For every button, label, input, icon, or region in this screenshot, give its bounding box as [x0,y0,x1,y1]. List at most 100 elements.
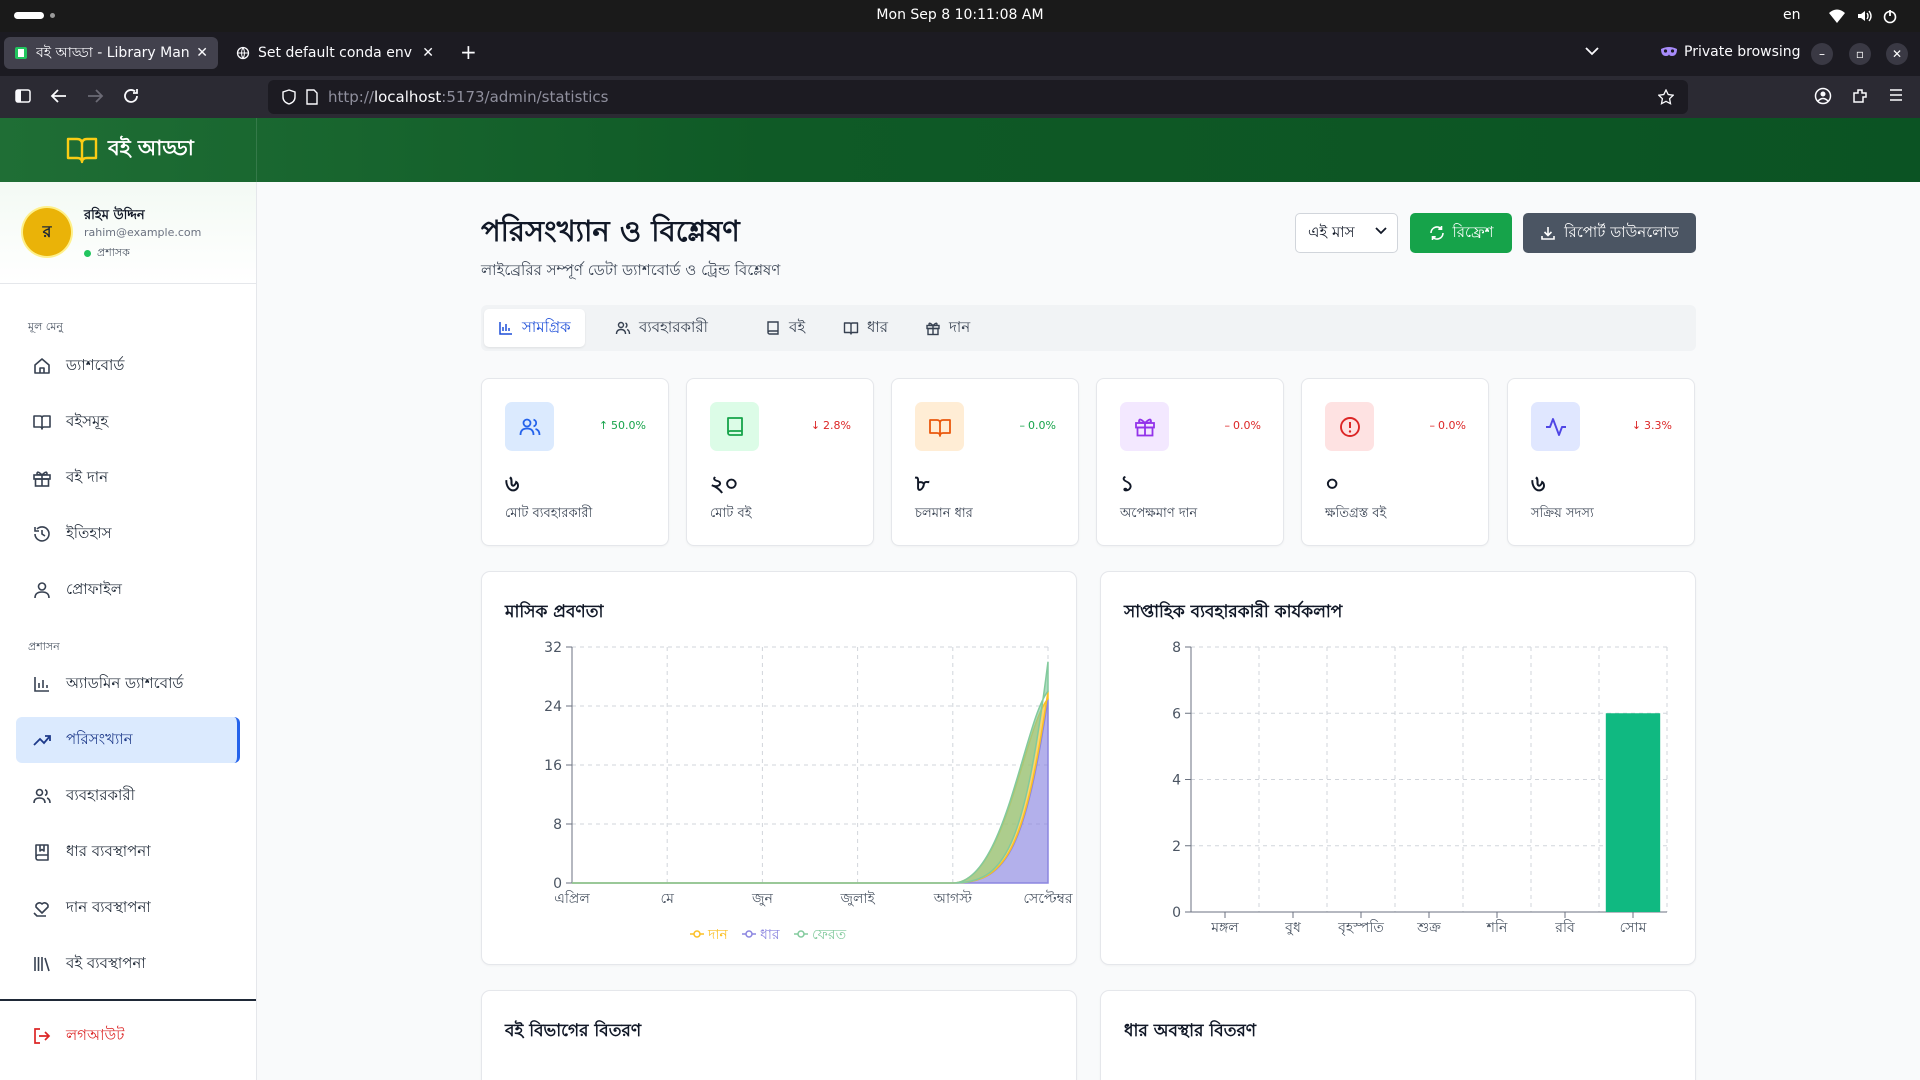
logout-button[interactable]: লগআউট [16,1016,240,1056]
sidebar-item-donate[interactable]: বই দান [16,455,240,501]
x-tick-label: এপ্রিল [554,890,590,907]
minimize-button[interactable]: – [1811,43,1833,65]
browser-tab-library[interactable]: বই আড্ডা - Library Manager ✕ [4,37,218,69]
brand-name: বই আড্ডা [108,136,194,160]
close-window-button[interactable]: ✕ [1886,43,1908,65]
trend-flat-icon: – [1429,419,1436,432]
period-select[interactable]: এই মাস [1295,213,1398,253]
loan-status-panel: ধার অবস্থার বিতরণ [1100,990,1696,1080]
sidebar-item-profile[interactable]: প্রোফাইল [16,567,240,613]
stats-tabs: সামগ্রিক ব্যবহারকারী বই ধার দান [481,305,1696,351]
stat-card-damaged-books: –0.0% ০ ক্ষতিগ্রস্ত বই [1301,378,1489,546]
private-browsing-label: Private browsing [1684,44,1801,60]
shield-icon[interactable] [282,89,296,105]
browser-tab-conda[interactable]: Set default conda env ✕ [226,37,444,69]
weekly-activity-chart: 0 2 4 6 8 মঙ্গল বুধ বৃহস্পতি শুক্র শনি রবি সোম [1172,640,1668,936]
close-tab-icon[interactable]: ✕ [422,45,434,61]
stat-trend: ↓ 3.3% [1631,419,1672,432]
stat-card-total-users: ↑ 50.0% ৬ মোট ব্যবহারকারী [481,378,669,546]
legend-label: ধার [760,927,780,943]
user-role: প্রশাসক [84,244,130,263]
volume-icon [1858,10,1872,22]
sidebar-item-history[interactable]: ইতিহাস [16,511,240,557]
input-language[interactable]: en [1783,7,1801,23]
sidebar-item-label: দান ব্যবস্থাপনা [66,897,151,916]
reload-icon[interactable] [122,87,140,105]
page-subtitle: লাইব্রেরির সম্পূর্ণ ডেটা ড্যাশবোর্ড ও ট্… [481,261,781,279]
forward-arrow-icon[interactable] [86,87,104,105]
stat-value: ৮ [915,472,930,497]
stat-icon-box [1531,402,1580,451]
stat-value: ১ [1120,472,1135,497]
close-tab-icon[interactable]: ✕ [196,45,208,61]
restore-button[interactable]: ▫ [1849,43,1871,65]
page-icon[interactable] [306,89,318,105]
tab-label: সামগ্রিক [522,317,571,336]
url-bar[interactable]: http://localhost:5173/admin/statistics [268,80,1688,114]
url-text[interactable]: http://localhost:5173/admin/statistics [328,88,609,106]
sidebar-item-book-management[interactable]: বই ব্যবস্থাপনা [16,941,240,987]
system-clock[interactable]: Mon Sep 8 10:11:08 AM [0,7,1920,23]
stat-trend: –0.0% [1429,419,1466,432]
sidebar-item-books[interactable]: বইসমূহ [16,399,240,445]
y-tick-label: 8 [1172,640,1181,656]
book-logo-icon [66,137,98,163]
browser-nav-bar: http://localhost:5173/admin/statistics [0,76,1920,118]
account-icon[interactable] [1814,87,1832,105]
sidebar-item-admin-dashboard[interactable]: অ্যাডমিন ড্যাশবোর্ড [16,661,240,707]
sidebar-divider [0,999,256,1001]
history-icon [34,526,50,542]
sidebar-item-dashboard[interactable]: ড্যাশবোর্ড [16,343,240,389]
stat-trend: –0.0% [1224,419,1261,432]
chevron-down-icon [1375,227,1387,235]
sidebar-item-donations[interactable]: দান ব্যবস্থাপনা [16,885,240,931]
brand-logo[interactable]: বই আড্ডা [66,132,194,167]
sidebar-item-loans[interactable]: ধার ব্যবস্থাপনা [16,829,240,875]
sidebar-item-label: ধার ব্যবস্থাপনা [66,841,151,860]
x-tick-label: বুধ [1284,920,1302,936]
user-profile-card: র রহিম উদ্দিন rahim@example.com প্রশাসক [0,182,256,284]
hamburger-menu-icon[interactable] [1888,87,1904,103]
stat-value: ২০ [710,472,739,497]
legend-marker [693,930,701,938]
stat-label: অপেক্ষমাণ দান [1120,506,1198,521]
bookmark-star-icon[interactable] [1658,89,1674,105]
new-tab-button[interactable]: + [460,42,477,62]
x-tick-label: সোম [1620,920,1647,936]
favicon-globe-icon [236,46,250,60]
y-tick-label: 16 [544,758,562,774]
section-label-admin: প্রশাসন [28,640,60,653]
y-tick-label: 0 [1172,905,1181,921]
x-tick-label: শুক্র [1416,920,1441,936]
download-report-button[interactable]: রিপোর্ট ডাউনলোড [1523,213,1696,253]
sidebar-toggle-icon[interactable] [15,89,31,103]
legend-marker [797,930,805,938]
extensions-icon[interactable] [1851,87,1869,105]
tab-users[interactable]: ব্যবহারকারী [601,309,722,347]
browser-tab-bar: বই আড্ডা - Library Manager ✕ Set default… [0,32,1920,76]
tab-donations[interactable]: দান [911,309,984,347]
sidebar-item-users[interactable]: ব্যবহারকারী [16,773,240,819]
stat-trend: –0.0% [1019,419,1056,432]
sidebar-item-statistics[interactable]: পরিসংখ্যান [16,717,240,763]
tab-books[interactable]: বই [751,309,819,347]
stat-trend: ↓ 2.8% [810,419,851,432]
logout-icon [34,1028,51,1044]
stat-value: ৬ [1531,472,1546,497]
stat-icon-box [505,402,554,451]
tab-overview[interactable]: সামগ্রিক [484,309,585,347]
sidebar-item-label: ড্যাশবোর্ড [66,355,125,374]
tab-label: ব্যবহারকারী [639,317,708,336]
refresh-button[interactable]: রিফ্রেশ [1410,213,1512,253]
tab-loans[interactable]: ধার [829,309,902,347]
monthly-trend-panel: মাসিক প্রবণতা 0 8 16 24 32 এপ্রিল মে জুন জুলাই আগ… [481,571,1077,965]
area-series-0 [572,691,1049,884]
sidebar-item-label: প্রোফাইল [66,579,122,598]
y-tick-label: 0 [553,876,562,892]
tab-list-chevron-icon[interactable] [1584,46,1600,56]
system-tray[interactable] [1828,8,1898,24]
refresh-label: রিফ্রেশ [1452,222,1494,241]
back-arrow-icon[interactable] [50,87,68,105]
x-tick-label: মঙ্গল [1210,920,1239,936]
legend-label: দান [707,927,728,943]
